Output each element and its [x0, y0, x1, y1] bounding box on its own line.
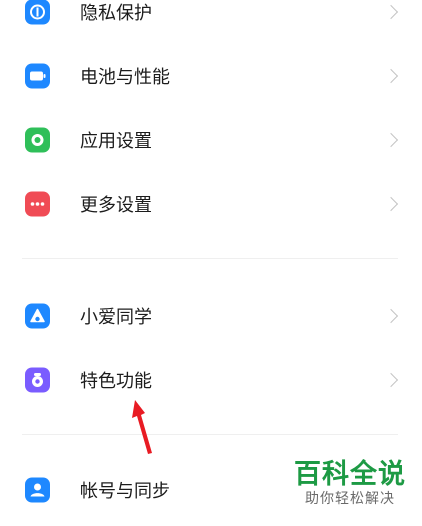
settings-item-app-settings[interactable]: 应用设置 [0, 108, 422, 172]
battery-icon [25, 63, 50, 89]
app-settings-icon [25, 127, 50, 153]
settings-item-label: 帐号与同步 [80, 481, 170, 502]
watermark-title: 百科全说 [294, 459, 406, 490]
settings-item-label: 隐私保护 [80, 3, 152, 24]
settings-item-label: 应用设置 [80, 131, 152, 152]
account-icon [25, 477, 50, 503]
watermark-logo: 百科全说 助你轻松解决 [294, 460, 406, 508]
settings-item-label: 电池与性能 [80, 67, 170, 88]
settings-item-battery[interactable]: 电池与性能 [0, 44, 422, 108]
settings-item-xiaoai[interactable]: 小爱同学 [0, 284, 422, 348]
settings-item-label: 更多设置 [80, 195, 152, 216]
annotation-arrow-icon [132, 400, 152, 454]
section-divider [22, 434, 398, 435]
chevron-right-icon [383, 308, 399, 324]
settings-item-more-settings[interactable]: 更多设置 [0, 172, 422, 236]
section-divider [22, 258, 398, 259]
settings-item-privacy[interactable]: 隐私保护 [0, 0, 422, 44]
watermark-subtitle: 助你轻松解决 [305, 491, 395, 507]
chevron-right-icon [383, 196, 399, 212]
settings-item-label: 小爱同学 [80, 307, 152, 328]
chevron-right-icon [383, 4, 399, 20]
settings-item-special-features[interactable]: 特色功能 [0, 348, 422, 412]
settings-item-label: 特色功能 [80, 371, 152, 392]
special-features-icon [25, 367, 50, 393]
xiaoai-icon [25, 303, 50, 329]
chevron-right-icon [383, 132, 399, 148]
privacy-icon [25, 0, 50, 25]
more-settings-icon [25, 191, 50, 217]
chevron-right-icon [383, 68, 399, 84]
chevron-right-icon [383, 372, 399, 388]
